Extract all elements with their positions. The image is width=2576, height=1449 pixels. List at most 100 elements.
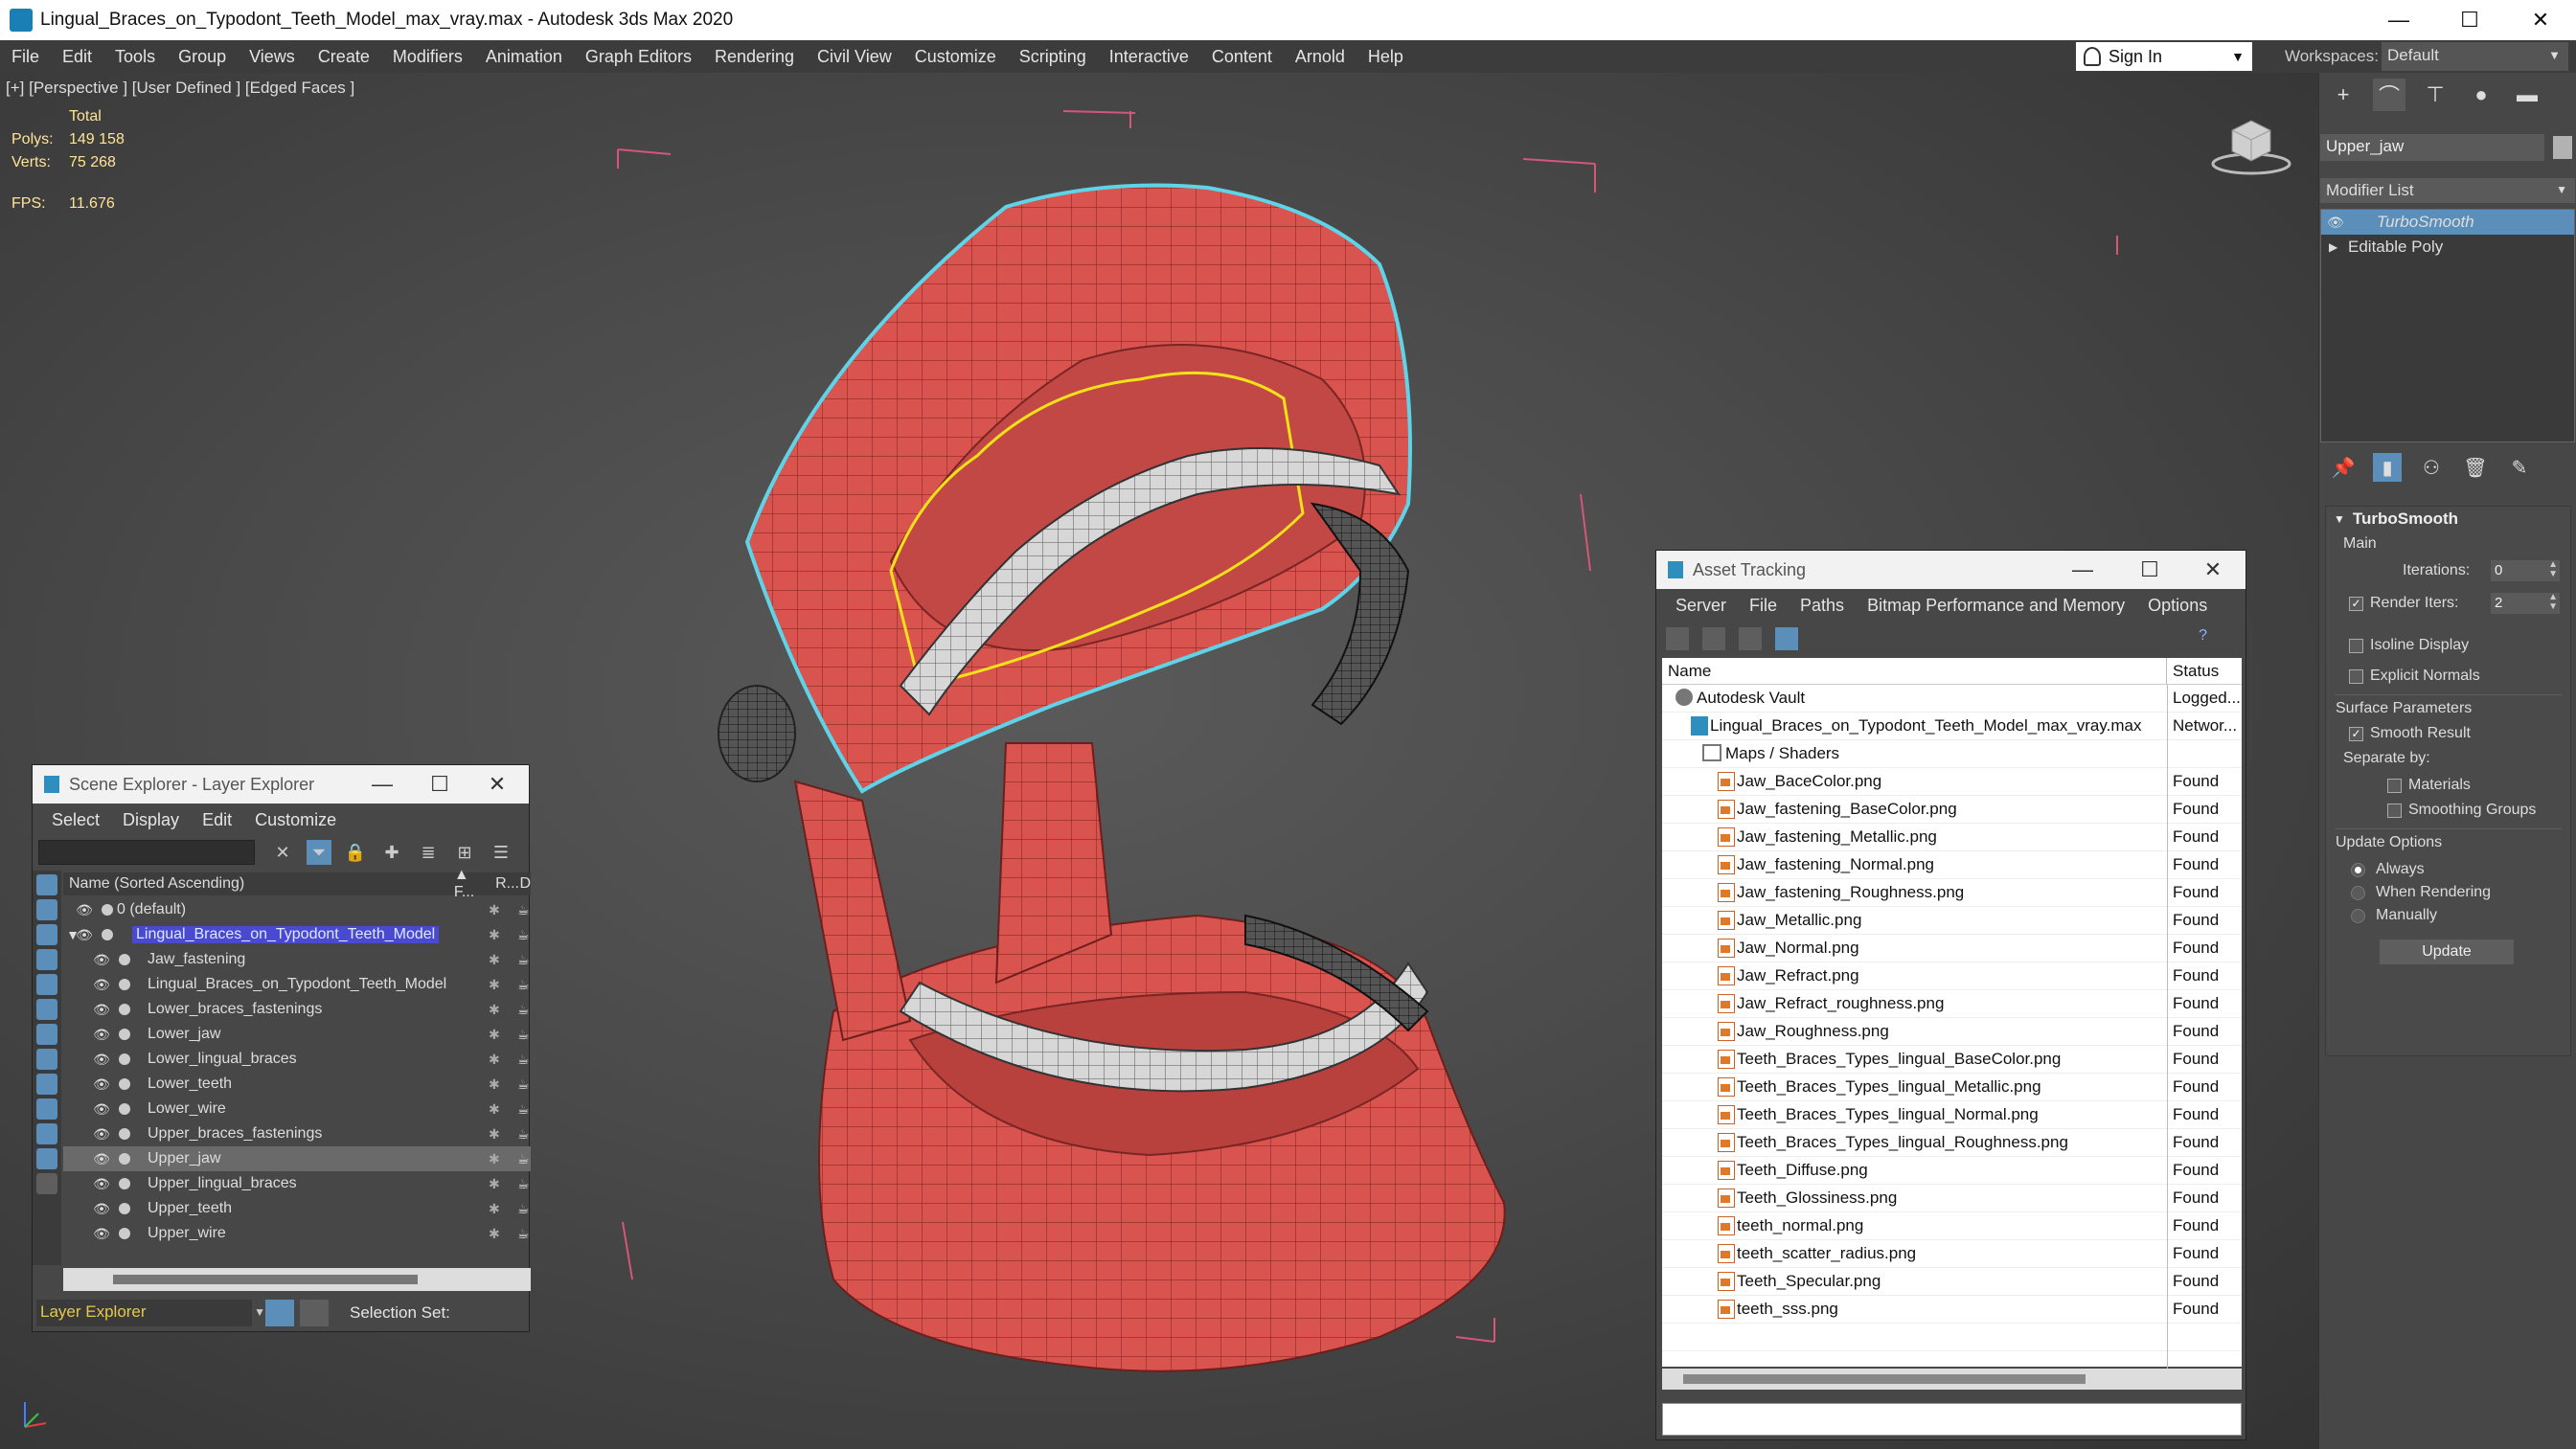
layer-stack-icon[interactable]: ☰: [489, 840, 513, 865]
renderable-toggle-icon[interactable]: ☕: [517, 1002, 530, 1018]
layer-explorer-button[interactable]: [265, 1300, 294, 1326]
frozen-filter-icon[interactable]: [36, 1123, 57, 1144]
show-end-result-icon[interactable]: ▮: [2373, 453, 2402, 482]
refresh-icon[interactable]: [1666, 627, 1689, 650]
freeze-toggle-icon[interactable]: ✱: [489, 1151, 500, 1167]
spacewarps-filter-icon[interactable]: [36, 999, 57, 1020]
when-rendering-radio[interactable]: [2351, 886, 2365, 900]
asset-row[interactable]: Jaw_fastening_BaseColor.png Found: [1662, 796, 2242, 824]
viewcube-icon[interactable]: [2208, 111, 2294, 178]
close-button[interactable]: ✕: [464, 765, 531, 804]
configure-modifier-sets-icon[interactable]: ✎: [2505, 453, 2534, 482]
asset-row[interactable]: Teeth_Specular.png Found: [1662, 1268, 2242, 1296]
name-column-header[interactable]: Name (Sorted Ascending): [63, 875, 454, 893]
renderable-toggle-icon[interactable]: ☕: [517, 1176, 530, 1192]
freeze-toggle-icon[interactable]: ✱: [489, 952, 500, 968]
groups-filter-icon[interactable]: [36, 1024, 57, 1045]
menu-views[interactable]: Views: [238, 47, 307, 67]
manually-radio[interactable]: [2351, 909, 2365, 923]
visibility-eye-icon[interactable]: 👁: [75, 927, 94, 943]
horizontal-scrollbar[interactable]: [1662, 1369, 2242, 1390]
asset-row[interactable]: Jaw_Refract.png Found: [1662, 962, 2242, 990]
visibility-eye-icon[interactable]: 👁: [92, 977, 111, 993]
asset-row[interactable]: Jaw_fastening_Metallic.png Found: [1662, 824, 2242, 851]
asset-row[interactable]: Teeth_Braces_Types_lingual_Roughness.png…: [1662, 1129, 2242, 1157]
at-menu-options[interactable]: Options: [2136, 596, 2219, 616]
add-layer-icon[interactable]: ✚: [379, 840, 404, 865]
freeze-toggle-icon[interactable]: ✱: [489, 977, 500, 993]
asset-row[interactable]: Jaw_Metallic.png Found: [1662, 907, 2242, 935]
scrollbar-thumb[interactable]: [1683, 1374, 2086, 1384]
rollout-header[interactable]: ▼ TurboSmooth: [2326, 507, 2570, 532]
renderable-toggle-icon[interactable]: ☕: [517, 952, 530, 968]
asset-row[interactable]: Teeth_Glossiness.png Found: [1662, 1185, 2242, 1212]
modifier-list-dropdown[interactable]: Modifier List ▼: [2320, 178, 2575, 203]
freeze-toggle-icon[interactable]: ✱: [489, 1201, 500, 1217]
display-tab-icon[interactable]: ▬: [2511, 79, 2543, 111]
asset-row[interactable]: Jaw_Normal.png Found: [1662, 935, 2242, 962]
freeze-toggle-icon[interactable]: ✱: [489, 1027, 500, 1043]
status-column-header[interactable]: Status: [2167, 662, 2219, 681]
render-iters-spinner[interactable]: 2 ▲ ▼: [2491, 593, 2560, 614]
freeze-toggle-icon[interactable]: ✱: [489, 1126, 500, 1143]
delete-modifier-icon[interactable]: 🗑: [2461, 453, 2490, 482]
menu-help[interactable]: Help: [1356, 47, 1415, 67]
object-name-field[interactable]: Upper_jaw: [2320, 134, 2544, 161]
shapes-filter-icon[interactable]: [36, 899, 57, 920]
pin-stack-icon[interactable]: 📌: [2329, 453, 2358, 482]
scene-explorer-window[interactable]: Scene Explorer - Layer Explorer — ☐ ✕ Se…: [32, 764, 531, 1332]
asset-row[interactable]: Teeth_Braces_Types_lingual_Metallic.png F…: [1662, 1074, 2242, 1101]
workspaces-select[interactable]: Default ▼: [2382, 42, 2568, 71]
list-view-icon[interactable]: [1702, 627, 1725, 650]
menu-tools[interactable]: Tools: [103, 47, 167, 67]
layer-tree-row[interactable]: ▼ 👁 Lingual_Braces_on_Typodont_Teeth_Model…: [63, 922, 531, 947]
hierarchy-icon[interactable]: ⊞: [452, 840, 477, 865]
asset-row[interactable]: Teeth_Braces_Types_lingual_Normal.png Fou…: [1662, 1101, 2242, 1129]
at-menu-bitmap-performance-and-memory[interactable]: Bitmap Performance and Memory: [1856, 596, 2136, 616]
hidden-filter-icon[interactable]: [36, 1148, 57, 1169]
menu-graph-editors[interactable]: Graph Editors: [574, 47, 703, 67]
scene-explorer-button[interactable]: [300, 1300, 329, 1326]
asset-row[interactable]: Autodesk Vault Logged...: [1662, 685, 2242, 713]
helpers-filter-icon[interactable]: [36, 974, 57, 995]
bones-filter-icon[interactable]: [36, 1074, 57, 1095]
layer-tree-row[interactable]: 👁 0 (default) ✱ ☕: [63, 897, 531, 922]
menu-customize[interactable]: Customize: [903, 47, 1008, 67]
menu-file[interactable]: File: [0, 47, 51, 67]
freeze-toggle-icon[interactable]: ✱: [489, 927, 500, 943]
object-color-swatch[interactable]: [2553, 136, 2572, 159]
close-button[interactable]: ✕: [2505, 0, 2576, 40]
table-view-icon[interactable]: [1775, 627, 1798, 650]
isoline-display-checkbox[interactable]: [2349, 639, 2363, 653]
maximize-button[interactable]: ☐: [2116, 551, 2183, 589]
asset-row[interactable]: Jaw_Roughness.png Found: [1662, 1018, 2242, 1046]
layer-tree-row[interactable]: 👁 Upper_lingual_braces ✱ ☕: [63, 1171, 531, 1196]
always-radio[interactable]: [2351, 863, 2365, 877]
hierarchy-tab-icon[interactable]: ⊤: [2419, 79, 2451, 111]
lights-filter-icon[interactable]: [36, 924, 57, 945]
visibility-eye-icon[interactable]: 👁: [92, 1101, 111, 1118]
menu-rendering[interactable]: Rendering: [703, 47, 806, 67]
freeze-toggle-icon[interactable]: ✱: [489, 902, 500, 918]
menu-create[interactable]: Create: [307, 47, 381, 67]
close-button[interactable]: ✕: [2179, 551, 2246, 589]
motion-tab-icon[interactable]: ●: [2465, 79, 2497, 111]
search-input[interactable]: [38, 840, 255, 865]
render-iters-checkbox[interactable]: ✓: [2349, 597, 2363, 611]
menu-edit[interactable]: Edit: [51, 47, 103, 67]
visibility-eye-icon[interactable]: 👁: [92, 1027, 111, 1043]
menu-group[interactable]: Group: [167, 47, 238, 67]
visibility-eye-icon[interactable]: 👁: [92, 1002, 111, 1018]
menu-content[interactable]: Content: [1200, 47, 1284, 67]
menu-animation[interactable]: Animation: [474, 47, 574, 67]
menu-civil-view[interactable]: Civil View: [806, 47, 903, 67]
minimize-button[interactable]: —: [2049, 551, 2116, 589]
renderable-toggle-icon[interactable]: ☕: [517, 1201, 530, 1217]
eye-icon[interactable]: 👁: [2327, 215, 2344, 231]
renderable-toggle-icon[interactable]: ☕: [517, 1126, 530, 1143]
stack-item-editable-poly[interactable]: ▶ Editable Poly: [2321, 235, 2574, 260]
visibility-eye-icon[interactable]: 👁: [92, 1201, 111, 1217]
expand-arrow-icon[interactable]: ▶: [2329, 240, 2337, 254]
layer-tree-row[interactable]: 👁 Lower_teeth ✱ ☕: [63, 1072, 531, 1097]
asset-row[interactable]: Lingual_Braces_on_Typodont_Teeth_Model_m…: [1662, 713, 2242, 740]
